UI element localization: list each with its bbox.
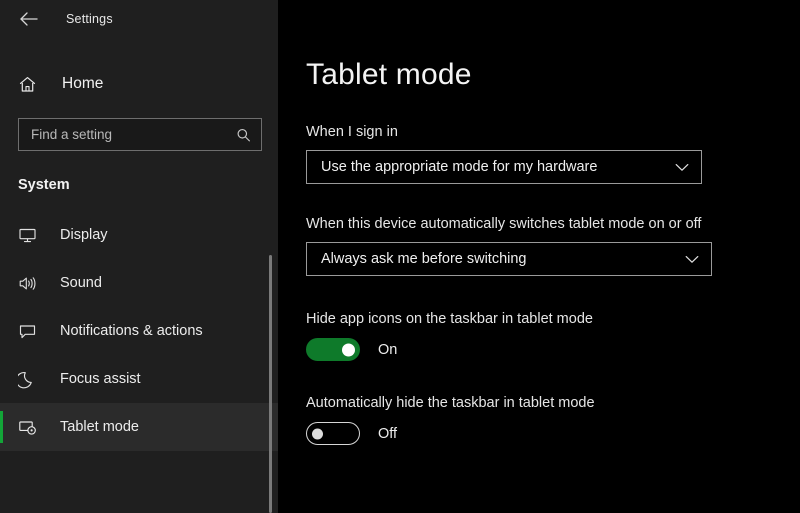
moon-icon xyxy=(18,370,42,389)
page-title: Tablet mode xyxy=(306,58,472,91)
main-content: Tablet mode When I sign in Use the appro… xyxy=(278,0,800,513)
sidebar-section-heading: System xyxy=(18,177,70,193)
search-icon[interactable] xyxy=(236,127,251,142)
back-button[interactable] xyxy=(14,6,44,32)
sidebar-item-focus-assist[interactable]: Focus assist xyxy=(0,355,278,403)
when-i-sign-in-value: Use the appropriate mode for my hardware xyxy=(321,159,598,175)
sidebar-item-notifications-actions-label: Notifications & actions xyxy=(60,323,203,339)
search-box[interactable] xyxy=(18,118,262,151)
sidebar-item-home[interactable]: Home xyxy=(0,64,278,104)
settings-window: Settings Home System xyxy=(0,0,800,513)
when-i-sign-in-label: When I sign in xyxy=(306,124,398,140)
toggle-knob xyxy=(342,343,355,356)
chat-bubble-icon xyxy=(18,322,42,341)
monitor-icon xyxy=(18,226,42,245)
sidebar-scrollbar[interactable] xyxy=(266,0,278,513)
back-arrow-icon xyxy=(19,12,39,26)
auto-hide-taskbar-toggle[interactable] xyxy=(306,422,360,445)
auto-hide-taskbar-state: Off xyxy=(378,425,398,442)
sidebar-item-sound[interactable]: Sound xyxy=(0,259,278,307)
search-input[interactable] xyxy=(19,119,261,150)
app-title: Settings xyxy=(66,12,113,26)
hide-app-icons-label: Hide app icons on the taskbar in tablet … xyxy=(306,311,593,327)
title-bar: Settings xyxy=(0,0,278,38)
sidebar-item-tablet-mode[interactable]: Tablet mode xyxy=(0,403,278,451)
tablet-icon xyxy=(18,418,42,437)
sidebar-item-tablet-mode-label: Tablet mode xyxy=(60,419,139,435)
sidebar-nav-list: Display Sound Notifications & actions Fo… xyxy=(0,211,278,451)
sidebar-item-sound-label: Sound xyxy=(60,275,102,291)
hide-app-icons-row: On xyxy=(306,338,800,361)
speaker-icon xyxy=(18,274,42,293)
sidebar-scrollbar-thumb[interactable] xyxy=(269,255,272,513)
hide-app-icons-state: On xyxy=(378,341,398,358)
sidebar: Settings Home System xyxy=(0,0,278,513)
when-i-sign-in-dropdown[interactable]: Use the appropriate mode for my hardware xyxy=(306,150,702,184)
auto-switch-value: Always ask me before switching xyxy=(321,251,527,267)
chevron-down-icon xyxy=(675,163,689,172)
auto-hide-taskbar-row: Off xyxy=(306,422,800,445)
auto-switch-label: When this device automatically switches … xyxy=(306,216,702,232)
auto-switch-dropdown[interactable]: Always ask me before switching xyxy=(306,242,712,276)
sidebar-item-display[interactable]: Display xyxy=(0,211,278,259)
hide-app-icons-toggle[interactable] xyxy=(306,338,360,361)
chevron-down-icon xyxy=(685,255,699,264)
sidebar-item-focus-assist-label: Focus assist xyxy=(60,371,141,387)
sidebar-item-display-label: Display xyxy=(60,227,108,243)
sidebar-item-home-label: Home xyxy=(62,75,104,92)
sidebar-item-notifications-actions[interactable]: Notifications & actions xyxy=(0,307,278,355)
home-icon xyxy=(18,75,44,94)
auto-hide-taskbar-label: Automatically hide the taskbar in tablet… xyxy=(306,395,595,411)
toggle-knob xyxy=(312,428,323,439)
